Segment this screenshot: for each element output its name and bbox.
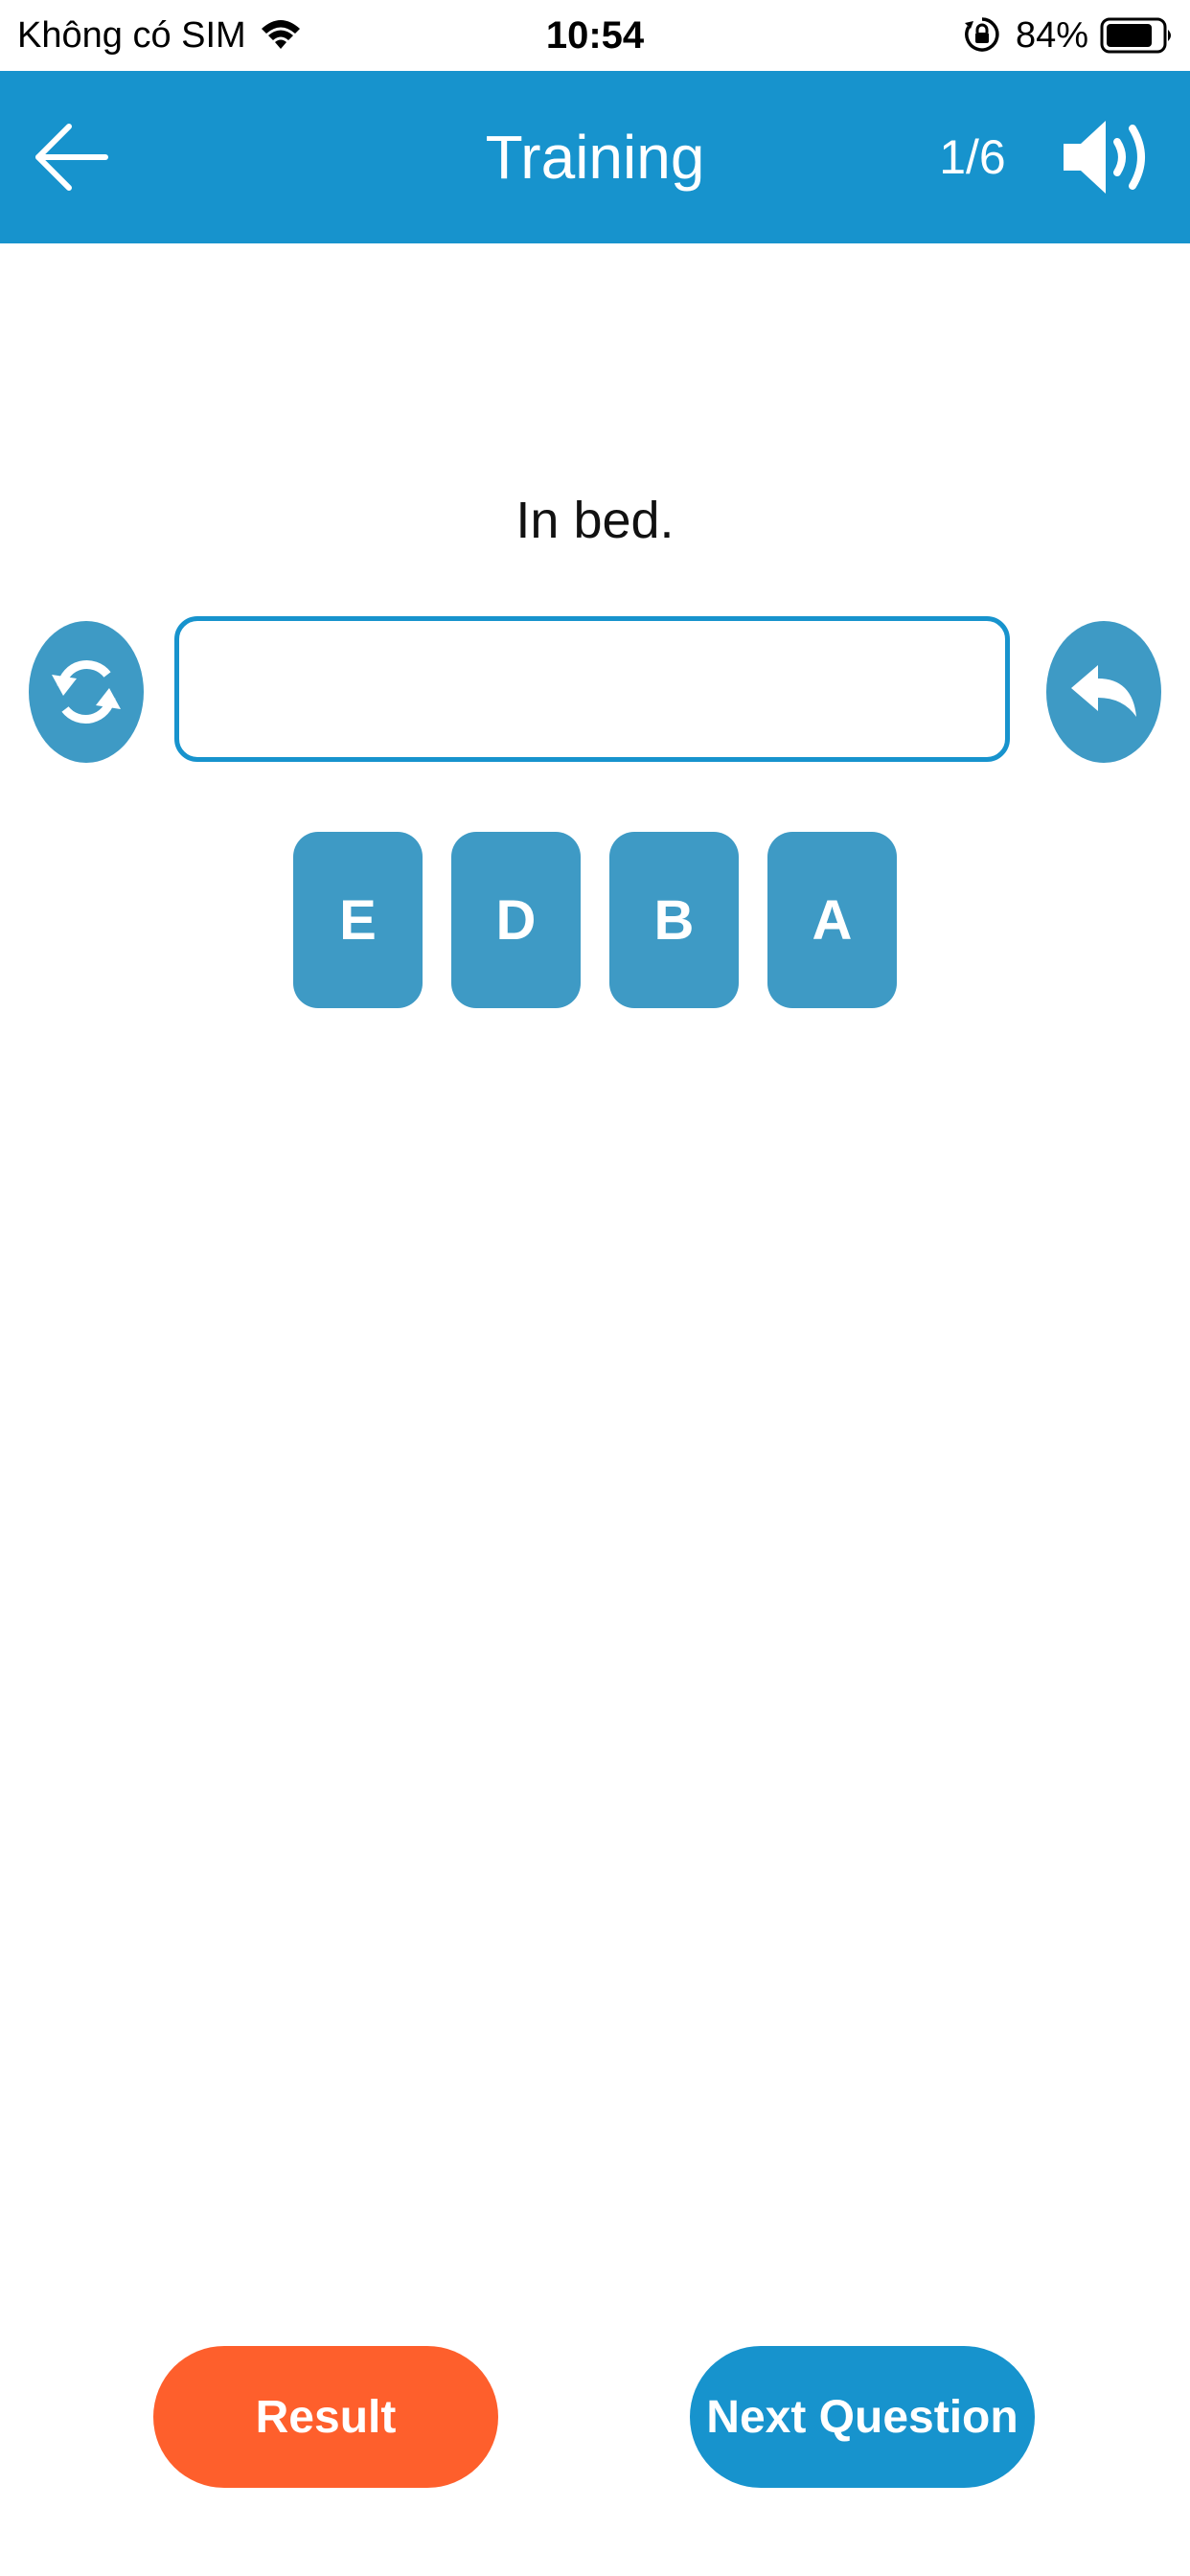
rotation-lock-icon bbox=[965, 17, 999, 52]
battery-icon bbox=[1100, 17, 1171, 54]
question-prompt: In bed. bbox=[515, 492, 675, 549]
status-bar: Không có SIM 10:54 84% bbox=[0, 0, 1190, 71]
status-time: 10:54 bbox=[545, 14, 645, 57]
letter-tile[interactable]: E bbox=[293, 832, 423, 1008]
undo-button[interactable] bbox=[1046, 621, 1161, 763]
letter-tile[interactable]: B bbox=[609, 832, 739, 1008]
battery-percent: 84% bbox=[1016, 15, 1089, 56]
letter-tiles: E D B A bbox=[293, 832, 897, 1008]
refresh-icon bbox=[52, 660, 121, 724]
letter-tile[interactable]: A bbox=[767, 832, 897, 1008]
training-screen: Không có SIM 10:54 84% Training 1/6 In b… bbox=[0, 0, 1190, 2576]
speaker-button[interactable] bbox=[1058, 113, 1154, 201]
letter-tile[interactable]: D bbox=[451, 832, 581, 1008]
refresh-button[interactable] bbox=[29, 621, 144, 763]
next-question-button[interactable]: Next Question bbox=[690, 2346, 1035, 2488]
question-progress: 1/6 bbox=[939, 130, 1006, 184]
speaker-volume-icon bbox=[1064, 121, 1145, 194]
undo-icon bbox=[1071, 665, 1136, 717]
result-button[interactable]: Result bbox=[153, 2346, 498, 2488]
app-header: Training 1/6 bbox=[0, 71, 1190, 243]
answer-input[interactable] bbox=[174, 616, 1010, 762]
